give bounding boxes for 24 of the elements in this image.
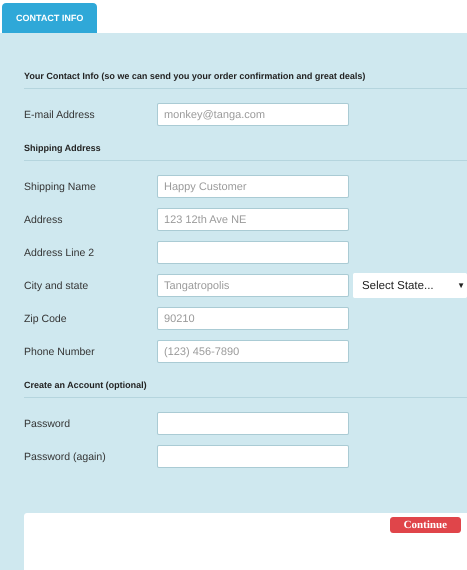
field-label: Password (again) xyxy=(24,450,107,462)
field-label: City and state xyxy=(24,280,90,292)
input-field[interactable] xyxy=(157,241,349,264)
state-dropdown[interactable]: Select State... ▼ xyxy=(353,273,467,298)
input-field[interactable]: (123) 456-7890 xyxy=(157,340,349,363)
field-label: Phone Number xyxy=(24,346,96,358)
field-label: Zip Code xyxy=(24,312,68,324)
section-heading: Shipping Address xyxy=(24,143,467,161)
field-label: Address xyxy=(24,214,64,226)
field-label: Password xyxy=(24,418,72,430)
input-field[interactable]: Tangatropolis xyxy=(157,274,349,297)
section-heading: Your Contact Info (so we can send you your order confirmation and great deals) xyxy=(24,71,467,89)
input-field[interactable] xyxy=(157,445,349,468)
field-label: Address Line 2 xyxy=(24,246,96,258)
contact-info-tab[interactable]: CONTACT INFO xyxy=(2,3,98,33)
field-label: E-mail Address xyxy=(24,108,96,120)
input-field[interactable]: monkey@tanga.com xyxy=(157,103,349,126)
continue-button[interactable]: Continue xyxy=(390,517,461,533)
input-field[interactable]: 90210 xyxy=(157,307,349,330)
input-field[interactable]: 123 12th Ave NE xyxy=(157,208,349,231)
section-heading: Create an Account (optional) xyxy=(24,380,467,398)
field-label: Shipping Name xyxy=(24,180,97,192)
input-field[interactable] xyxy=(157,412,349,435)
input-field[interactable]: Happy Customer xyxy=(157,175,349,198)
